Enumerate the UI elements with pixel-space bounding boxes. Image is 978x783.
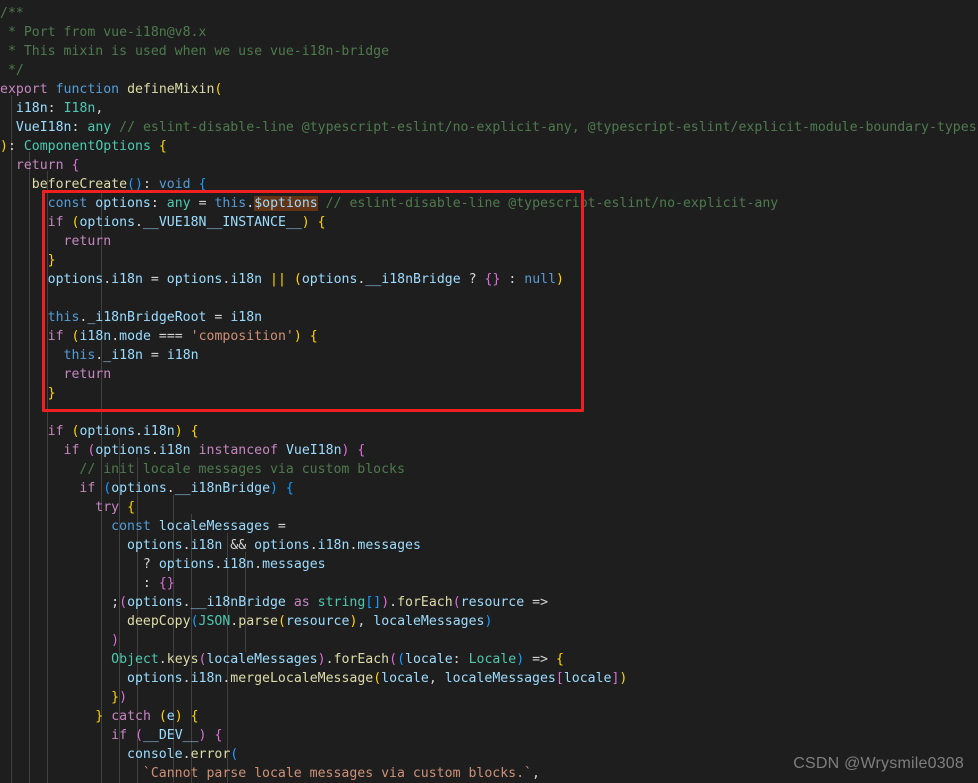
code-line: options.i18n && options.i18n.messages [127, 538, 421, 553]
code-line: if (i18n.mode === 'composition') { [47, 329, 318, 344]
code-line: /** [0, 6, 24, 21]
code-line: return [63, 234, 112, 249]
code-line: if (options.i18n) { [47, 424, 199, 439]
code-line: return { [15, 158, 80, 173]
code-line: return [63, 367, 112, 382]
code-line: const options: any = this.$options // es… [47, 196, 779, 211]
code-line: i18n: I18n, [15, 101, 104, 116]
code-line: options.i18n = options.i18n || (options.… [47, 272, 564, 287]
code-line: ) [111, 633, 120, 648]
code-line: export function defineMixin( [0, 82, 223, 97]
code-line: } [47, 253, 56, 268]
code-line: * Port from vue-i18n@v8.x [0, 25, 207, 40]
code-line: ): ComponentOptions { [0, 139, 167, 154]
code-line: options.i18n.mergeLocaleMessage(locale, … [127, 671, 628, 686]
code-line: // init locale messages via custom block… [79, 462, 405, 477]
code-line: } catch (e) { [95, 709, 199, 724]
code-line: VueI18n: any // eslint-disable-line @typ… [15, 120, 977, 135]
code-line: const localeMessages = [111, 519, 286, 534]
code-line: this._i18n = i18n [63, 348, 199, 363]
code-line: * This mixin is used when we use vue-i18… [0, 44, 390, 59]
code-line: if (options.__VUE18N__INSTANCE__) { [47, 215, 326, 230]
code-content: /** * Port from vue-i18n@v8.x * This mix… [0, 0, 978, 783]
code-editor[interactable]: /** * Port from vue-i18n@v8.x * This mix… [0, 0, 978, 783]
code-line: }) [111, 690, 128, 705]
highlighted-token: $options [254, 196, 318, 211]
code-line: if (__DEV__) { [111, 728, 223, 743]
code-line: try { [95, 500, 136, 515]
code-line: beforeCreate(): void { [31, 177, 207, 192]
code-line: deepCopy(JSON.parse(resource), localeMes… [127, 614, 493, 629]
code-line: ? options.i18n.messages [142, 557, 326, 572]
code-line: if (options.__i18nBridge) { [79, 481, 294, 496]
code-line: } [47, 386, 56, 401]
code-line: Object.keys(localeMessages).forEach((loc… [111, 652, 564, 667]
code-line: */ [0, 63, 24, 78]
code-line: ;(options.__i18nBridge as string[]).forE… [111, 595, 549, 610]
code-line: if (options.i18n instanceof VueI18n) { [63, 443, 366, 458]
code-line: this._i18nBridgeRoot = i18n [47, 310, 263, 325]
code-line: : {} [142, 576, 175, 591]
watermark-text: CSDN @Wrysmile0308 [793, 755, 964, 772]
